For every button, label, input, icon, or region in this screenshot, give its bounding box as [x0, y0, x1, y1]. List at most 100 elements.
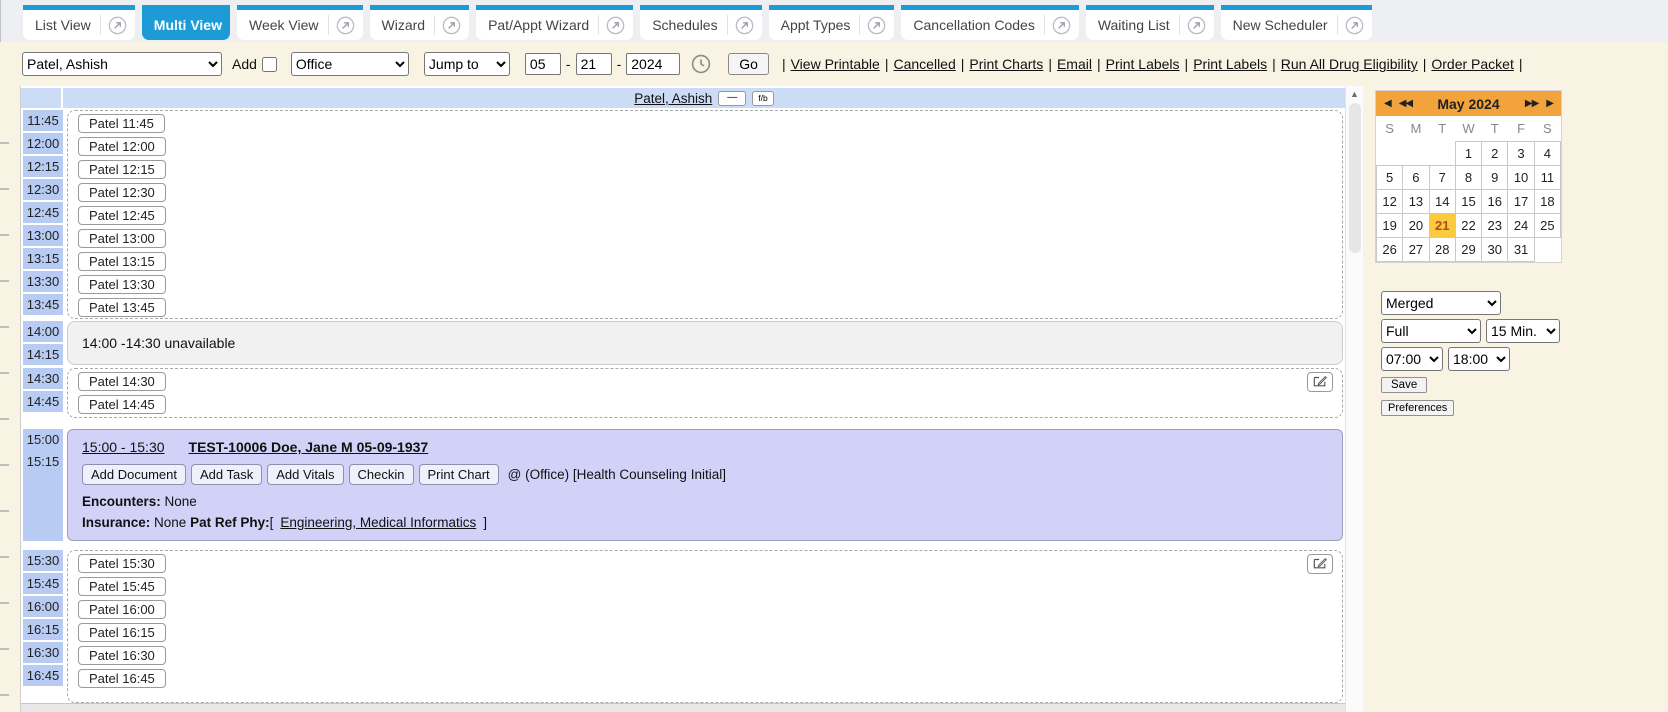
- slot-button-patel-12-45[interactable]: Patel 12:45: [78, 206, 166, 225]
- slot-button-patel-14-45[interactable]: Patel 14:45: [78, 395, 166, 414]
- slot-button-patel-16-45[interactable]: Patel 16:45: [78, 669, 166, 688]
- time-cell-14-45[interactable]: 14:45: [23, 391, 63, 412]
- time-cell-12-00[interactable]: 12:00: [23, 133, 63, 154]
- calendar-day-27[interactable]: 27: [1403, 237, 1429, 261]
- date-month-input[interactable]: [525, 53, 561, 75]
- provider-select[interactable]: Patel, Ashish: [22, 52, 222, 76]
- tab-list-view[interactable]: List View: [23, 5, 135, 40]
- calendar-day-23[interactable]: 23: [1482, 213, 1508, 237]
- end-time-select[interactable]: 18:00: [1448, 347, 1510, 371]
- link-print-labels[interactable]: Print Labels: [1106, 56, 1180, 72]
- prev-single-icon[interactable]: ◀: [1384, 98, 1391, 109]
- time-cell-12-15[interactable]: 12:15: [23, 156, 63, 177]
- slot-button-patel-16-30[interactable]: Patel 16:30: [78, 646, 166, 665]
- appointment-block[interactable]: 15:00 - 15:30 TEST-10006 Doe, Jane M 05-0…: [67, 429, 1343, 541]
- open-in-new-icon[interactable]: [336, 16, 355, 35]
- add-vitals-button[interactable]: Add Vitals: [267, 464, 343, 485]
- tab-week-view[interactable]: Week View: [237, 5, 363, 40]
- time-cell-16-15[interactable]: 16:15: [23, 619, 63, 640]
- calendar-day-1[interactable]: 1: [1455, 141, 1481, 165]
- time-cell-15-15[interactable]: 15:15: [23, 451, 63, 473]
- time-cell-14-30[interactable]: 14:30: [23, 368, 63, 389]
- open-in-new-icon[interactable]: [442, 16, 461, 35]
- open-in-new-icon[interactable]: [1187, 16, 1206, 35]
- time-cell-16-30[interactable]: 16:30: [23, 642, 63, 663]
- time-cell-12-30[interactable]: 12:30: [23, 179, 63, 200]
- interval-select[interactable]: 15 Min.: [1486, 319, 1560, 343]
- tab-waiting-list[interactable]: Waiting List: [1086, 5, 1214, 40]
- calendar-day-9[interactable]: 9: [1482, 165, 1508, 189]
- unavailable-block[interactable]: 14:00 -14:30 unavailable: [67, 321, 1343, 365]
- calendar-day-4[interactable]: 4: [1534, 141, 1560, 165]
- tab-wizard[interactable]: Wizard: [370, 5, 470, 40]
- time-cell-16-00[interactable]: 16:00: [23, 596, 63, 617]
- scroll-up-icon[interactable]: ▲: [1350, 89, 1359, 99]
- calendar-day-11[interactable]: 11: [1534, 165, 1560, 189]
- slot-button-patel-16-15[interactable]: Patel 16:15: [78, 623, 166, 642]
- slot-button-patel-11-45[interactable]: Patel 11:45: [78, 114, 165, 133]
- jump-to-select[interactable]: Jump to: [424, 52, 510, 76]
- calendar-day-22[interactable]: 22: [1455, 213, 1481, 237]
- time-cell-13-00[interactable]: 13:00: [23, 225, 63, 246]
- scrollbar-thumb[interactable]: [1349, 103, 1361, 253]
- tab-appt-types[interactable]: Appt Types: [769, 5, 895, 40]
- slot-button-patel-13-45[interactable]: Patel 13:45: [78, 298, 166, 317]
- edit-appointment-button[interactable]: [1307, 372, 1333, 392]
- clock-icon[interactable]: [691, 54, 711, 74]
- time-cell-15-45[interactable]: 15:45: [23, 573, 63, 594]
- calendar-day-12[interactable]: 12: [1377, 189, 1403, 213]
- link-run-all-drug-eligibility[interactable]: Run All Drug Eligibility: [1281, 56, 1418, 72]
- add-document-button[interactable]: Add Document: [82, 464, 186, 485]
- open-in-new-icon[interactable]: [735, 16, 754, 35]
- vertical-scrollbar[interactable]: ▲: [1345, 86, 1363, 712]
- calendar-day-6[interactable]: 6: [1403, 165, 1429, 189]
- calendar-day-5[interactable]: 5: [1377, 165, 1403, 189]
- calendar-day-24[interactable]: 24: [1508, 213, 1534, 237]
- appointment-patient-link[interactable]: TEST-10006 Doe, Jane M 05-09-1937: [189, 439, 429, 455]
- add-task-button[interactable]: Add Task: [191, 464, 262, 485]
- time-cell-15-00[interactable]: 15:00: [23, 429, 63, 451]
- time-cell-13-45[interactable]: 13:45: [23, 294, 63, 315]
- link-print-charts[interactable]: Print Charts: [969, 56, 1043, 72]
- time-cell-15-30[interactable]: 15:30: [23, 550, 63, 571]
- slot-button-patel-13-00[interactable]: Patel 13:00: [78, 229, 166, 248]
- calendar-day-10[interactable]: 10: [1508, 165, 1534, 189]
- slot-button-patel-14-30[interactable]: Patel 14:30: [78, 372, 166, 391]
- calendar-day-14[interactable]: 14: [1429, 189, 1455, 213]
- save-button[interactable]: Save: [1381, 377, 1427, 393]
- time-cell-16-45[interactable]: 16:45: [23, 665, 63, 686]
- tab-cancellation-codes[interactable]: Cancellation Codes: [901, 5, 1078, 40]
- calendar-day-15[interactable]: 15: [1455, 189, 1481, 213]
- time-cell-12-45[interactable]: 12:45: [23, 202, 63, 223]
- calendar-day-13[interactable]: 13: [1403, 189, 1429, 213]
- calendar-day-17[interactable]: 17: [1508, 189, 1534, 213]
- open-in-new-icon[interactable]: [606, 16, 625, 35]
- calendar-day-31[interactable]: 31: [1508, 237, 1534, 261]
- calendar-day-2[interactable]: 2: [1482, 141, 1508, 165]
- link-view-printable[interactable]: View Printable: [791, 56, 880, 72]
- slot-button-patel-12-15[interactable]: Patel 12:15: [78, 160, 166, 179]
- calendar-day-7[interactable]: 7: [1429, 165, 1455, 189]
- next-single-icon[interactable]: ▶: [1546, 98, 1553, 109]
- print-chart-button[interactable]: Print Chart: [419, 464, 499, 485]
- next-double-icon[interactable]: ▶▶: [1525, 98, 1538, 109]
- calendar-day-26[interactable]: 26: [1377, 237, 1403, 261]
- fb-button[interactable]: f/b: [752, 91, 773, 106]
- calendar-day-30[interactable]: 30: [1482, 237, 1508, 261]
- calendar-day-28[interactable]: 28: [1429, 237, 1455, 261]
- prev-double-icon[interactable]: ◀◀: [1399, 98, 1412, 109]
- slot-button-patel-16-00[interactable]: Patel 16:00: [78, 600, 166, 619]
- tab-multi-view[interactable]: Multi View: [142, 5, 230, 40]
- slot-button-patel-15-45[interactable]: Patel 15:45: [78, 577, 166, 596]
- slot-button-patel-13-15[interactable]: Patel 13:15: [78, 252, 166, 271]
- calendar-day-19[interactable]: 19: [1377, 213, 1403, 237]
- provider-header-link[interactable]: Patel, Ashish: [634, 91, 712, 106]
- appointment-time-link[interactable]: 15:00 - 15:30: [82, 439, 165, 455]
- calendar-day-16[interactable]: 16: [1482, 189, 1508, 213]
- open-in-new-icon[interactable]: [108, 16, 127, 35]
- link-print-labels[interactable]: Print Labels: [1193, 56, 1267, 72]
- slot-button-patel-13-30[interactable]: Patel 13:30: [78, 275, 166, 294]
- time-cell-14-15[interactable]: 14:15: [23, 344, 63, 365]
- tab-new-scheduler[interactable]: New Scheduler: [1221, 5, 1372, 40]
- go-button[interactable]: Go: [728, 53, 769, 75]
